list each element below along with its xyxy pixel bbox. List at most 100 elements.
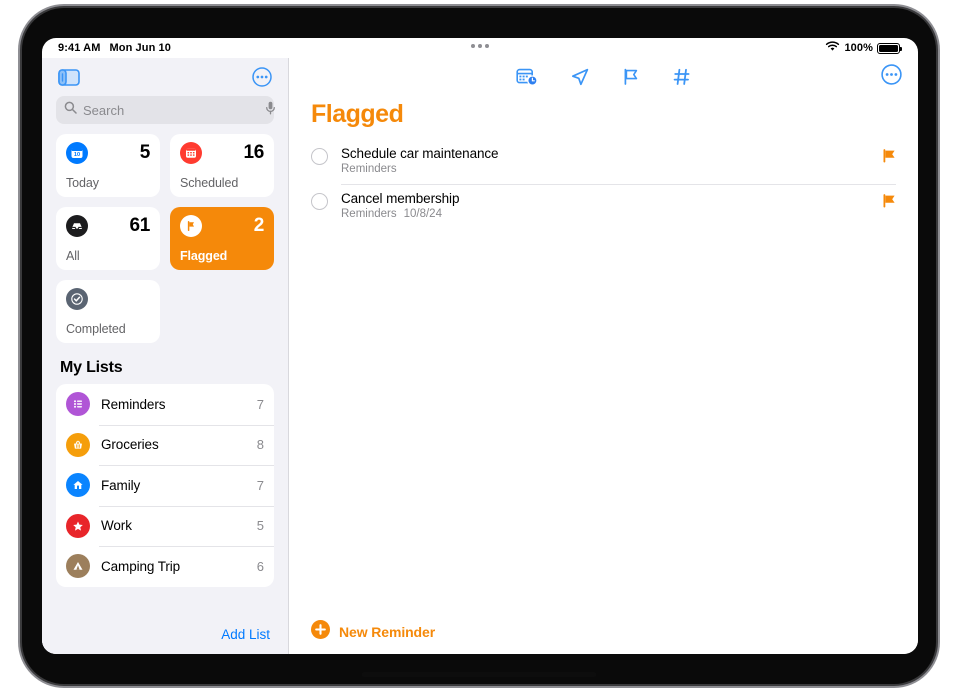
ipad-device-frame: 9:41 AM Mon Jun 10 100% Search 10 5 Toda… — [22, 8, 936, 684]
card-top-row: 10 5 — [66, 142, 150, 164]
smart-list-label: All — [66, 249, 80, 263]
star-icon — [66, 513, 90, 538]
house-icon — [66, 473, 90, 498]
status-date: Mon Jun 10 — [109, 42, 171, 54]
inbox-icon — [66, 215, 88, 237]
card-top-row — [66, 288, 150, 310]
flag-icon[interactable] — [622, 67, 640, 87]
reminder-row[interactable]: Cancel membership Reminders 10/8/24 — [311, 184, 896, 229]
reminder-checkbox[interactable] — [311, 148, 328, 165]
new-reminder-bar[interactable]: New Reminder — [289, 610, 918, 654]
wifi-icon — [825, 41, 840, 55]
reminder-title: Cancel membership — [341, 191, 460, 206]
list-item-name: Reminders — [101, 396, 166, 412]
status-time: 9:41 AM — [58, 42, 101, 54]
list-item-count: 5 — [256, 518, 264, 534]
reminder-subtitle: Reminders — [341, 163, 869, 175]
search-bar[interactable] — [56, 96, 276, 124]
list-item-reminders[interactable]: Reminders 7 — [56, 384, 274, 425]
reminder-body: Cancel membership Reminders 10/8/24 — [341, 191, 869, 220]
home-indicator — [361, 672, 597, 677]
checkmark-circle-icon — [66, 288, 88, 310]
hashtag-icon[interactable] — [672, 67, 692, 87]
microphone-icon[interactable] — [265, 101, 276, 120]
sidebar-more-options-icon[interactable] — [252, 67, 272, 87]
sidebar-footer: Add List — [42, 614, 288, 654]
list-item-family[interactable]: Family 7 — [56, 465, 274, 506]
list-item-groceries[interactable]: Groceries 8 — [56, 424, 274, 466]
reminder-list-name: Reminders — [341, 208, 397, 220]
sidebar: 10 5 Today — [42, 58, 289, 654]
sidebar-toggle-icon[interactable] — [58, 68, 80, 86]
shopping-basket-icon — [66, 432, 90, 457]
smart-list-scheduled[interactable]: 16 Scheduled — [170, 134, 274, 197]
ipad-screen: 9:41 AM Mon Jun 10 100% Search 10 5 Toda… — [42, 38, 918, 654]
reminder-body: Schedule car maintenance Reminders — [341, 146, 869, 175]
list-item-count: 6 — [256, 558, 264, 574]
status-bar: 9:41 AM Mon Jun 10 100% — [42, 38, 918, 58]
reminder-flag-icon[interactable] — [882, 148, 896, 169]
smart-list-label: Today — [66, 176, 99, 190]
list-item-name: Family — [101, 477, 141, 493]
smart-list-flagged[interactable]: 2 Flagged — [170, 207, 274, 270]
reminder-checkbox[interactable] — [311, 193, 328, 210]
new-reminder-label: New Reminder — [339, 624, 436, 640]
add-list-button[interactable]: Add List — [221, 627, 270, 642]
list-item-count: 8 — [256, 437, 264, 453]
detail-more-options-icon[interactable] — [881, 64, 902, 90]
search-input[interactable] — [83, 102, 259, 118]
search-container — [42, 96, 288, 134]
list-item-camping-trip[interactable]: Camping Trip 6 — [56, 546, 274, 587]
plus-circle-icon[interactable] — [311, 620, 330, 644]
calendar-day-icon: 10 — [66, 142, 88, 164]
calendar-icon — [180, 142, 202, 164]
my-lists-heading: My Lists — [60, 359, 123, 376]
reminder-list-name: Reminders — [341, 163, 397, 175]
smart-list-today[interactable]: 10 5 Today — [56, 134, 160, 197]
list-item-count: 7 — [256, 396, 264, 412]
reminder-row[interactable]: Schedule car maintenance Reminders — [311, 139, 896, 184]
smart-list-count: 61 — [129, 215, 150, 236]
reminder-title: Schedule car maintenance — [341, 146, 499, 161]
detail-toolbar — [289, 58, 918, 96]
card-top-row: 16 — [180, 142, 264, 164]
smart-list-all[interactable]: 61 All — [56, 207, 160, 270]
location-arrow-icon[interactable] — [570, 67, 590, 87]
smart-list-label: Flagged — [180, 249, 228, 263]
card-top-row: 2 — [180, 215, 264, 237]
status-bar-left: 9:41 AM Mon Jun 10 — [58, 42, 171, 54]
flag-icon — [180, 215, 202, 237]
calendar-add-icon[interactable] — [515, 67, 538, 87]
smart-lists-grid: 10 5 Today 16 Scheduled 61 All 2 Flagged… — [56, 134, 274, 343]
bulleted-list-icon — [66, 392, 90, 417]
split-view: 10 5 Today — [42, 58, 918, 654]
search-icon — [64, 101, 77, 119]
battery-icon — [877, 42, 902, 54]
multitasking-handle[interactable] — [471, 44, 489, 48]
sidebar-header — [42, 58, 288, 96]
list-item-name: Groceries — [101, 437, 159, 453]
sidebar-scroll-area[interactable]: 10 5 Today 16 Scheduled 61 All 2 Flagged… — [42, 134, 288, 614]
smart-list-completed[interactable]: Completed — [56, 280, 160, 343]
reminder-subtitle: Reminders 10/8/24 — [341, 208, 869, 220]
smart-list-count: 5 — [139, 142, 151, 163]
card-top-row: 61 — [66, 215, 150, 237]
page-title: Flagged — [311, 100, 404, 128]
list-item-name: Work — [101, 518, 132, 534]
battery-percent: 100% — [844, 42, 873, 54]
status-bar-right: 100% — [825, 41, 902, 55]
reminder-date: 10/8/24 — [403, 208, 442, 220]
reminder-flag-icon[interactable] — [882, 193, 896, 214]
smart-list-count: 2 — [253, 215, 265, 236]
smart-list-count: 16 — [243, 142, 264, 163]
svg-text:10: 10 — [74, 152, 80, 158]
list-item-work[interactable]: Work 5 — [56, 505, 274, 547]
smart-list-label: Completed — [66, 322, 126, 336]
my-lists-group: Reminders 7 Groceries 8 Family 7 Work 5 … — [56, 384, 274, 587]
list-item-name: Camping Trip — [101, 558, 181, 574]
smart-list-label: Scheduled — [180, 176, 239, 190]
tent-icon — [66, 554, 90, 579]
reminders-list: Schedule car maintenance Reminders Cance… — [289, 139, 918, 610]
detail-pane: Flagged Schedule car maintenance Reminde… — [289, 58, 918, 654]
list-item-count: 7 — [256, 477, 264, 493]
